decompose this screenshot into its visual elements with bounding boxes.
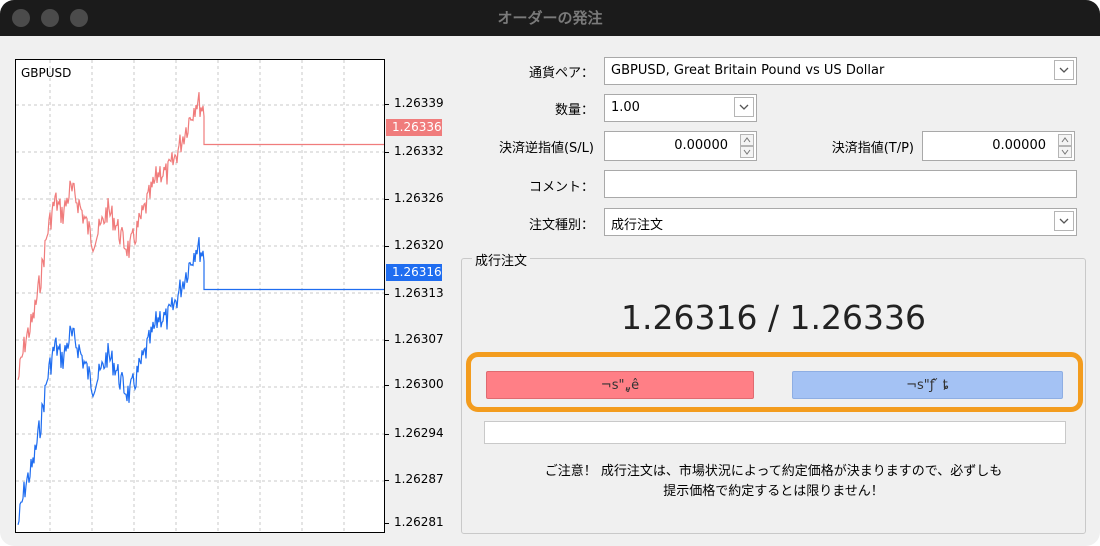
buy-button[interactable]: ¬s"ƒ ̌ ȶ	[792, 371, 1063, 399]
notice-line-1: ご注意！ 成行注文は、市場状況によって約定価格が決まりますので、必ずしも	[544, 464, 1003, 479]
tp-field[interactable]: 0.00000	[922, 131, 1075, 161]
price-axis-label: 1.26332	[394, 144, 444, 158]
tp-stepper-icon[interactable]	[1058, 134, 1072, 158]
bid-price-line	[17, 237, 384, 525]
symbol-dropdown-button[interactable]	[1054, 60, 1074, 80]
price-axis-tick	[384, 246, 389, 247]
comment-input[interactable]	[604, 170, 1077, 198]
tick-chart: GBPUSD	[15, 59, 385, 533]
comment-label: コメント：	[528, 180, 594, 195]
order-type-label: 注文種別：	[528, 218, 594, 233]
ask-price-line	[17, 92, 384, 380]
sell-button[interactable]: ¬s"„̥ê	[486, 371, 754, 399]
price-axis-label: 1.26339	[394, 96, 444, 110]
order-type-value: 成行注文	[611, 218, 664, 233]
price-axis-label: 1.26300	[394, 377, 444, 391]
price-axis-tick	[384, 480, 389, 481]
price-axis-tick	[384, 152, 389, 153]
chevron-down-icon	[739, 104, 749, 110]
price-axis-label: 1.26326	[394, 191, 444, 205]
price-axis-label: 1.26294	[394, 426, 444, 440]
sl-value: 0.00000	[674, 138, 728, 153]
chart-plot	[16, 60, 384, 532]
price-axis-tick	[384, 434, 389, 435]
title-bar: オーダーの発注	[0, 0, 1100, 36]
price-axis-label: 1.26320	[394, 238, 444, 252]
price-axis-tick	[384, 104, 389, 105]
price-axis-label: 1.26281	[394, 515, 444, 529]
volume-label: 数量：	[554, 103, 594, 118]
volume-dropdown-button[interactable]	[734, 97, 754, 117]
price-axis-tick	[384, 340, 389, 341]
price-axis-label: 1.26287	[394, 472, 444, 486]
order-type-select[interactable]: 成行注文	[604, 208, 1077, 236]
volume-value: 1.00	[611, 100, 640, 115]
status-bar	[484, 421, 1066, 444]
price-axis-label: 1.26307	[394, 332, 444, 346]
notice-line-2: 提示価格で約定するとは限りません！	[663, 484, 884, 499]
bid-price-tag: 1.26316	[386, 264, 442, 281]
chevron-down-icon	[1059, 67, 1069, 73]
sl-field[interactable]: 0.00000	[604, 131, 757, 161]
symbol-select-value: GBPUSD, Great Britain Pound vs US Dollar	[611, 63, 885, 78]
order-window: オーダーの発注 GBPUSD 1.26339 1.26332 1.26326 1.26…	[0, 0, 1100, 546]
volume-field[interactable]: 1.00	[604, 94, 757, 122]
symbol-label: 通貨ペア：	[528, 66, 594, 81]
tp-label: 決済指値(T/P)	[831, 141, 914, 156]
ask-price-tag: 1.26336	[386, 119, 442, 136]
sl-label: 決済逆指値(S/L)	[498, 141, 594, 156]
chevron-down-icon	[1059, 218, 1069, 224]
price-axis-label: 1.26313	[394, 286, 444, 300]
price-axis-tick	[384, 199, 389, 200]
sl-stepper-icon[interactable]	[740, 134, 754, 158]
window-title: オーダーの発注	[497, 9, 603, 27]
bid-ask-prices: 1.26316 / 1.26336	[620, 298, 927, 337]
price-axis-tick	[384, 523, 389, 524]
order-type-dropdown-button[interactable]	[1054, 211, 1074, 231]
symbol-select[interactable]: GBPUSD, Great Britain Pound vs US Dollar	[604, 57, 1077, 85]
market-execution-group-label: 成行注文	[472, 250, 531, 269]
tp-value: 0.00000	[992, 138, 1046, 153]
price-axis-tick	[384, 294, 389, 295]
market-order-notice: ご注意！ 成行注文は、市場状況によって約定価格が決まりますので、必ずしも 提示価…	[461, 462, 1086, 502]
price-axis-tick	[384, 385, 389, 386]
